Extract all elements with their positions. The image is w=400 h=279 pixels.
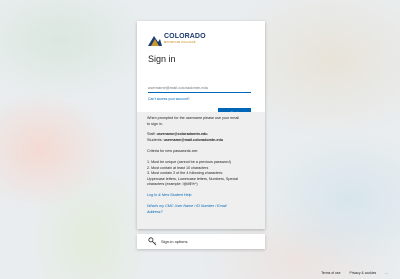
staff-label: Staff: bbox=[147, 132, 156, 136]
signin-options-label: Sign-in options bbox=[161, 239, 188, 244]
cant-access-link[interactable]: Can't access your account? bbox=[148, 97, 190, 101]
more-options-button[interactable]: ... bbox=[385, 271, 388, 275]
mountain-logo-icon bbox=[148, 36, 162, 46]
footer: Terms of use Privacy & cookies ... bbox=[313, 271, 388, 275]
logo-name: COLORADO bbox=[164, 33, 206, 40]
students-label: Students: bbox=[147, 137, 163, 142]
criteria-item-3-example: characters (example: !@#$%^) bbox=[147, 182, 198, 186]
login-help-link[interactable]: Log In & New Student Help bbox=[147, 193, 191, 199]
criteria-title: Criteria for new passwords are: bbox=[147, 149, 199, 153]
signin-options-button[interactable]: Sign-in options bbox=[137, 234, 265, 249]
college-logo: COLORADO MOUNTAIN COLLEGE bbox=[148, 33, 228, 49]
students-line: Students: username@mail.coloradomtn.edu bbox=[147, 138, 223, 144]
logo-subtitle: MOUNTAIN COLLEGE bbox=[164, 41, 196, 44]
students-email: username@mail.coloradomtn.edu bbox=[163, 137, 223, 142]
email-field[interactable] bbox=[148, 82, 251, 93]
info-panel: When prompted for the username please us… bbox=[137, 112, 265, 229]
page-title: Sign in bbox=[148, 54, 176, 64]
intro-line-2: to sign in. bbox=[147, 121, 163, 126]
staff-email: username@coloradomtn.edu bbox=[156, 132, 208, 136]
terms-link[interactable]: Terms of use bbox=[321, 271, 340, 275]
privacy-link[interactable]: Privacy & cookies bbox=[349, 271, 376, 275]
username-help-link-cont[interactable]: Address? bbox=[147, 210, 163, 216]
key-icon bbox=[148, 237, 157, 246]
